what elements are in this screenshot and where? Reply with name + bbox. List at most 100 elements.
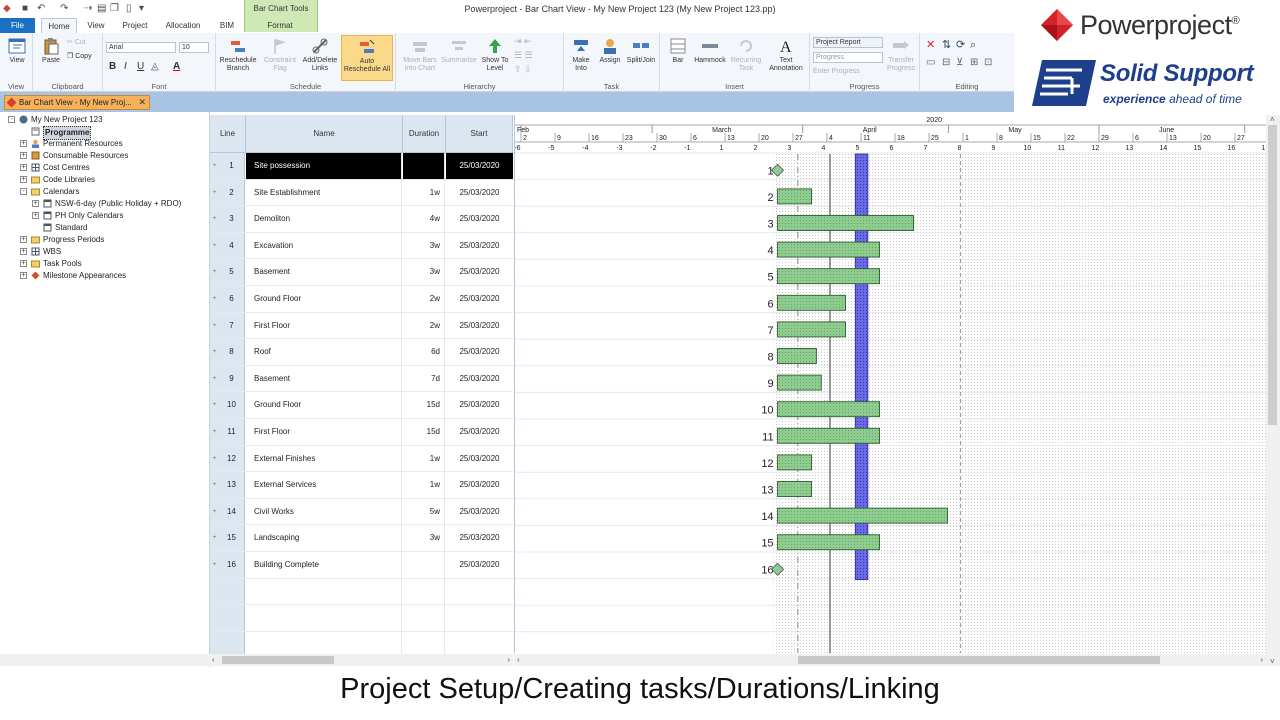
line-cell[interactable]: 3 xyxy=(219,206,245,232)
text-annotation-button[interactable]: A Text Annotation xyxy=(764,37,808,73)
tab-allocation[interactable]: Allocation xyxy=(160,18,206,33)
duration-cell[interactable]: 1w xyxy=(403,445,445,472)
tab-view[interactable]: View xyxy=(80,18,112,33)
start-cell[interactable]: 25/03/2020 xyxy=(446,313,513,339)
scroll-left-icon[interactable]: ‹ xyxy=(212,655,215,664)
chart-scroll-thumb[interactable] xyxy=(798,656,1160,664)
tree-node[interactable]: + Cost Centres xyxy=(0,162,208,174)
row-handle-icon[interactable] xyxy=(210,605,219,631)
start-cell[interactable]: 25/03/2020 xyxy=(446,525,513,551)
line-cell[interactable]: 10 xyxy=(219,392,245,418)
start-cell[interactable] xyxy=(446,579,513,605)
name-cell[interactable]: Site Establishment xyxy=(246,179,402,206)
scroll-up-icon[interactable]: ˄ xyxy=(1270,115,1275,124)
fill-color-icon[interactable]: ◬ xyxy=(151,61,159,72)
tab-project[interactable]: Project xyxy=(116,18,154,33)
tree-node[interactable]: - Calendars xyxy=(0,186,208,198)
start-cell[interactable] xyxy=(446,605,513,631)
duration-cell[interactable]: 1w xyxy=(403,179,445,206)
hammock-button[interactable]: Hammock xyxy=(692,37,728,65)
transfer-progress-button[interactable]: Transfer Progress xyxy=(884,37,918,73)
view-button[interactable]: View xyxy=(2,37,32,65)
line-cell[interactable]: 13 xyxy=(219,472,245,498)
tree-node[interactable]: + Task Pools xyxy=(0,258,208,270)
expand-icon[interactable]: + xyxy=(20,140,27,147)
chart-scroll-right-icon[interactable]: › xyxy=(1260,655,1263,664)
expand-icon[interactable]: + xyxy=(20,152,27,159)
duration-cell[interactable]: 5w xyxy=(403,498,445,525)
copy-button[interactable]: ❐ Copy xyxy=(67,53,101,61)
promote-icon[interactable]: ⇧ ⇩ xyxy=(514,65,532,74)
cut-button[interactable]: ✂ Cut xyxy=(67,39,101,47)
duration-cell[interactable] xyxy=(403,578,445,605)
start-cell[interactable]: 25/03/2020 xyxy=(446,472,513,498)
start-cell[interactable]: 25/03/2020 xyxy=(446,499,513,525)
gantt-chart[interactable]: 2020FebMarchAprilMayJuneJuly291623306132… xyxy=(514,115,1266,653)
start-cell[interactable]: 25/03/2020 xyxy=(446,339,513,365)
font-size-select[interactable]: 10 xyxy=(179,42,209,53)
copy-icon[interactable]: ❐ xyxy=(110,3,119,14)
app-icon[interactable]: ◆ xyxy=(3,3,11,14)
print-icon[interactable]: ▤ xyxy=(97,3,106,14)
name-cell[interactable]: External Finishes xyxy=(246,445,402,472)
line-cell[interactable]: 15 xyxy=(219,525,245,551)
find-icon[interactable]: ⌕ xyxy=(970,40,976,51)
scroll-down-icon[interactable]: ˅ xyxy=(1270,657,1275,666)
empty-row[interactable] xyxy=(210,578,513,606)
italic-button[interactable]: I xyxy=(124,61,127,72)
duration-cell[interactable]: 15d xyxy=(403,392,445,418)
expand-icon[interactable]: + xyxy=(20,236,27,243)
line-cell[interactable]: 6 xyxy=(219,286,245,312)
row-handle-icon[interactable]: + xyxy=(210,286,219,312)
tree-node[interactable]: + Code Libraries xyxy=(0,174,208,186)
expand-icon[interactable]: + xyxy=(32,212,39,219)
tree-node[interactable]: + PH Only Calendars xyxy=(0,210,208,222)
name-cell[interactable]: Landscaping xyxy=(246,525,402,551)
row-handle-icon[interactable]: + xyxy=(210,312,219,339)
bold-button[interactable]: B xyxy=(109,61,116,72)
name-cell[interactable]: Building Complete xyxy=(246,552,402,578)
expand-icon[interactable]: + xyxy=(20,260,27,267)
start-cell[interactable]: 25/03/2020 xyxy=(446,206,513,232)
line-cell[interactable]: 9 xyxy=(219,365,245,392)
font-color-icon[interactable]: A xyxy=(173,61,180,72)
align-icon[interactable]: ⊟ xyxy=(942,58,950,68)
tree-node[interactable]: + NSW-6-day (Public Holiday + RDO) xyxy=(0,198,208,210)
table-row[interactable]: +7 First Floor 2w 25/03/2020 xyxy=(210,312,513,340)
duration-cell[interactable]: 6d xyxy=(403,339,445,365)
expand-icon[interactable]: + xyxy=(20,272,27,279)
indent-icon[interactable]: ⇥ ⇤ xyxy=(514,37,532,46)
start-cell[interactable]: 25/03/2020 xyxy=(446,366,513,392)
table-row[interactable]: +5 Basement 3w 25/03/2020 xyxy=(210,259,513,286)
grid-scroll-thumb[interactable] xyxy=(222,656,334,664)
expand-icon[interactable]: + xyxy=(20,164,27,171)
reschedule-branch-button[interactable]: Reschedule Branch xyxy=(218,37,258,73)
row-handle-icon[interactable]: + xyxy=(210,525,219,551)
duration-cell[interactable]: 4w xyxy=(403,206,445,232)
tree-node[interactable]: - My New Project 123 xyxy=(0,114,208,126)
font-name-select[interactable]: Arial xyxy=(106,42,176,53)
group-icon[interactable]: ⊞ xyxy=(970,58,978,68)
duration-cell[interactable]: 1w xyxy=(403,472,445,498)
redo-icon[interactable]: ↷ xyxy=(60,3,68,14)
show-to-level-button[interactable]: Show To Level xyxy=(478,37,512,73)
undo-icon[interactable]: ↶ xyxy=(37,3,45,14)
table-row[interactable]: +12 External Finishes 1w 25/03/2020 xyxy=(210,445,513,473)
expand-icon[interactable]: + xyxy=(32,200,39,207)
start-cell[interactable]: 25/03/2020 xyxy=(446,552,513,578)
line-cell[interactable]: 12 xyxy=(219,445,245,472)
make-into-button[interactable]: Make Into xyxy=(566,37,596,73)
start-cell[interactable]: 25/03/2020 xyxy=(446,446,513,472)
table-row[interactable]: +16 Building Complete 25/03/2020 xyxy=(210,552,513,579)
line-cell[interactable]: 2 xyxy=(219,179,245,206)
empty-row[interactable] xyxy=(210,605,513,632)
row-handle-icon[interactable]: + xyxy=(210,392,219,418)
line-cell[interactable] xyxy=(219,605,245,631)
duration-cell[interactable]: 3w xyxy=(403,232,445,259)
tree-node[interactable]: + Progress Periods xyxy=(0,234,208,246)
duration-cell[interactable]: 15d xyxy=(403,419,445,445)
progress-select[interactable]: Progress xyxy=(813,52,883,63)
tree-node[interactable]: Programme xyxy=(0,126,208,140)
row-handle-icon[interactable]: + xyxy=(210,153,219,179)
table-row[interactable]: +15 Landscaping 3w 25/03/2020 xyxy=(210,525,513,552)
